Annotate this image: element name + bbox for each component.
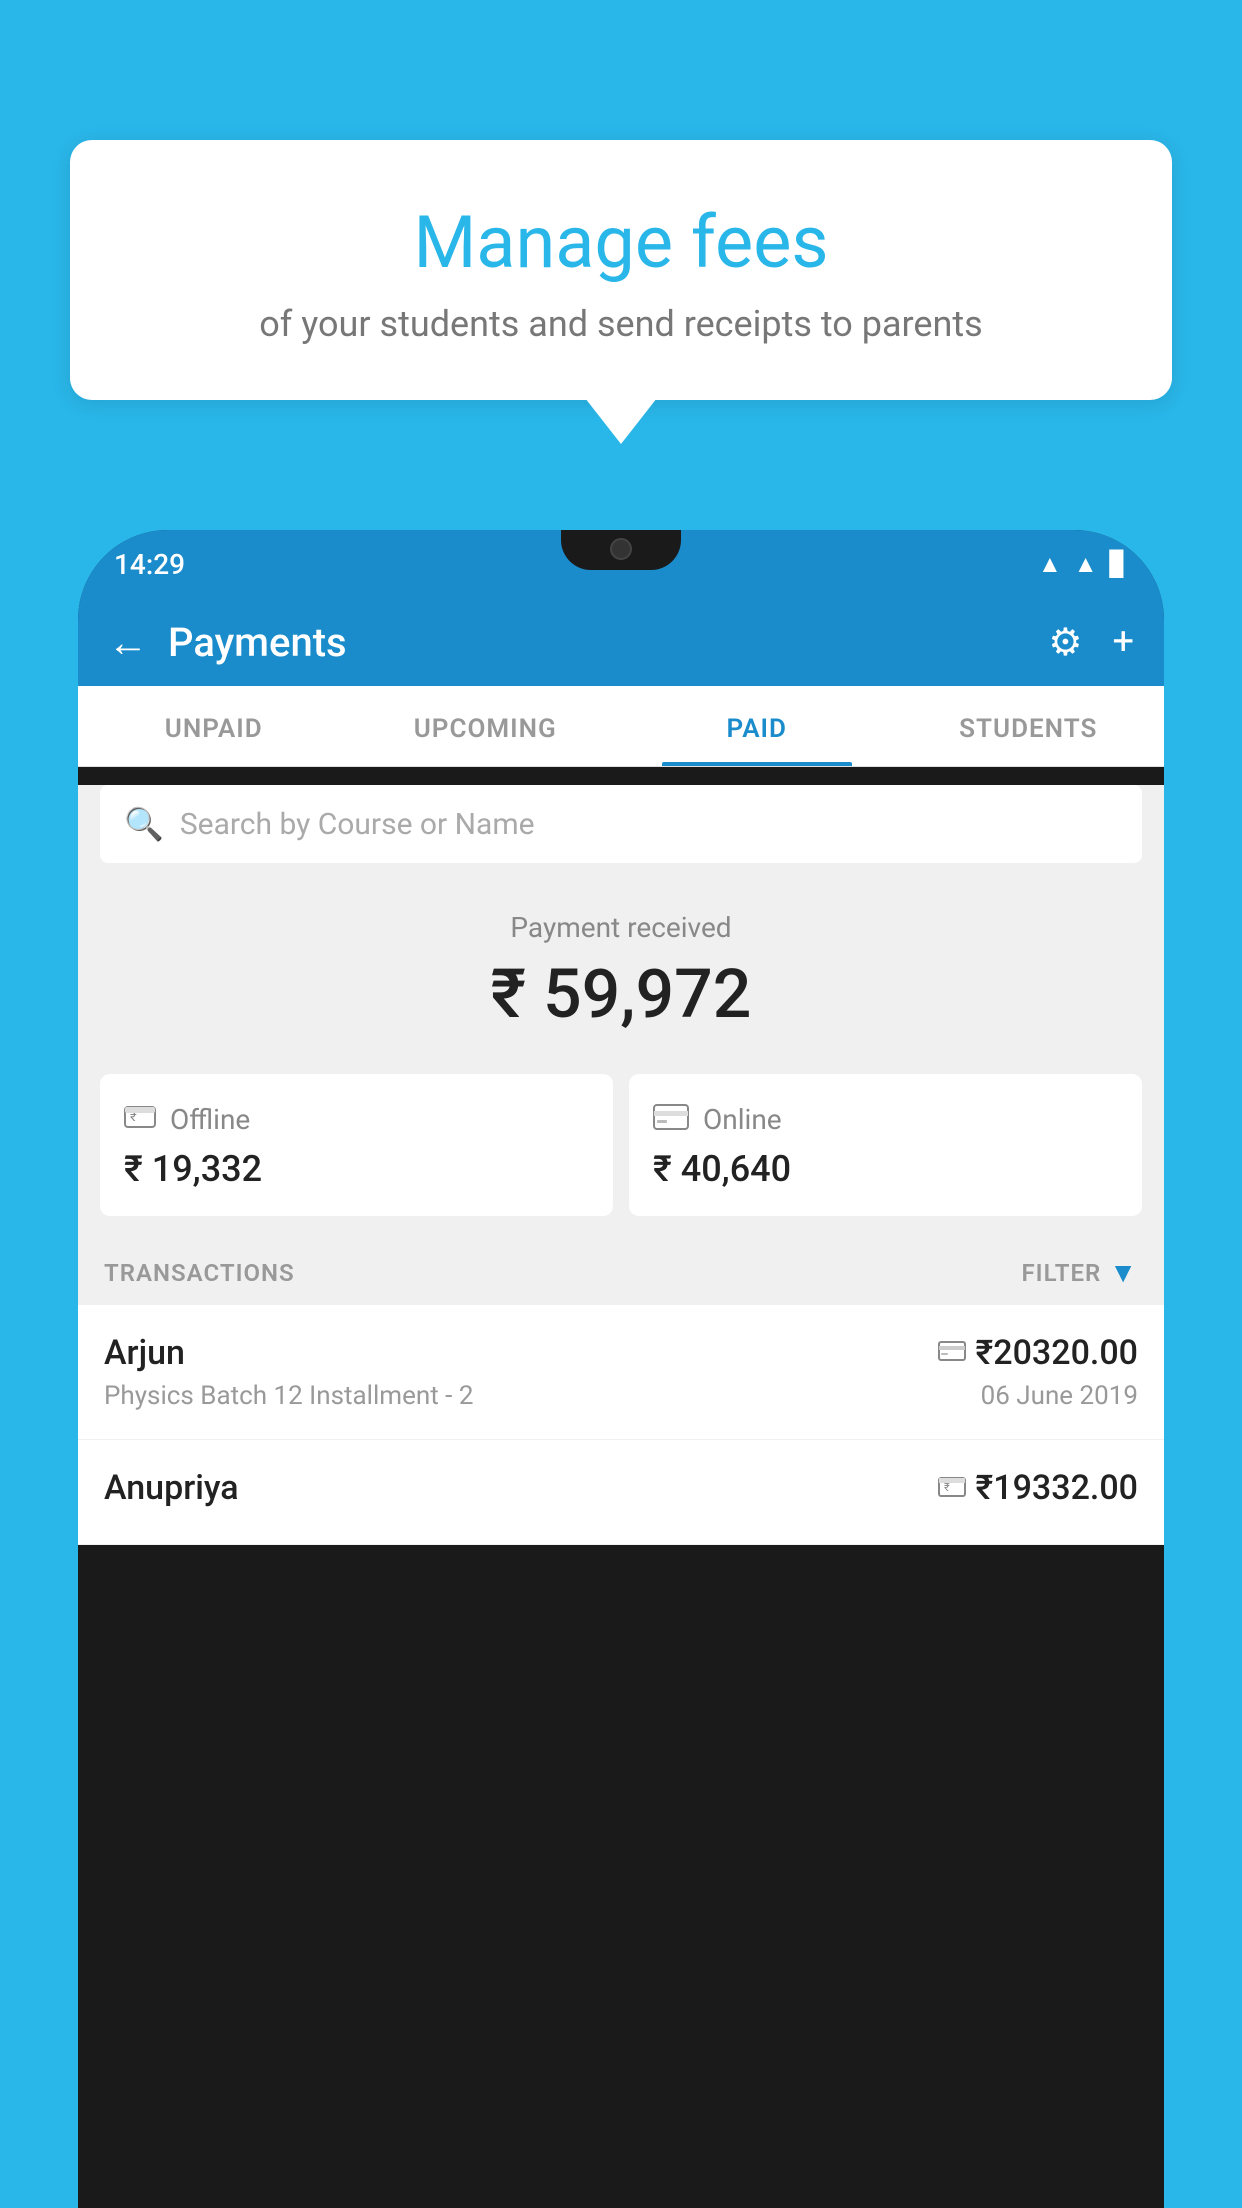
tab-paid[interactable]: PAID bbox=[621, 686, 893, 766]
online-card: Online ₹ 40,640 bbox=[629, 1074, 1142, 1216]
status-icons: ▲ ▲ ▊ bbox=[1038, 550, 1128, 579]
transaction-list: Arjun ₹20320.00 bbox=[78, 1305, 1164, 1545]
settings-icon[interactable]: ⚙ bbox=[1048, 620, 1082, 665]
transaction-name: Anupriya bbox=[104, 1468, 239, 1508]
transaction-amount: ₹20320.00 bbox=[976, 1333, 1138, 1373]
signal-icon: ▲ bbox=[1074, 550, 1098, 579]
status-bar: 14:29 ▲ ▲ ▊ bbox=[78, 530, 1164, 598]
app-header: ← Payments ⚙ + bbox=[78, 598, 1164, 686]
wifi-icon: ▲ bbox=[1038, 550, 1062, 579]
transactions-header: TRANSACTIONS FILTER ▼ bbox=[78, 1236, 1164, 1305]
payment-type-icon bbox=[938, 1338, 966, 1368]
payment-summary: Payment received ₹ 59,972 bbox=[78, 881, 1164, 1054]
online-amount: ₹ 40,640 bbox=[653, 1148, 1118, 1190]
payment-total-amount: ₹ 59,972 bbox=[78, 954, 1164, 1034]
back-button[interactable]: ← bbox=[108, 619, 148, 666]
tooltip-subtitle: of your students and send receipts to pa… bbox=[120, 303, 1122, 345]
online-label: Online bbox=[703, 1103, 782, 1136]
transaction-date: 06 June 2019 bbox=[981, 1381, 1138, 1411]
header-icons: ⚙ + bbox=[1048, 620, 1134, 665]
filter-icon: ▼ bbox=[1109, 1256, 1138, 1289]
transaction-amount: ₹19332.00 bbox=[976, 1468, 1138, 1508]
payment-type-icon: ₹ bbox=[938, 1473, 966, 1504]
transaction-course: Physics Batch 12 Installment - 2 bbox=[104, 1381, 473, 1411]
add-icon[interactable]: + bbox=[1112, 620, 1134, 664]
search-icon: 🔍 bbox=[124, 805, 164, 843]
status-time: 14:29 bbox=[114, 548, 185, 581]
filter-button[interactable]: FILTER ▼ bbox=[1021, 1256, 1138, 1289]
battery-icon: ▊ bbox=[1110, 550, 1128, 578]
tabs-bar: UNPAID UPCOMING PAID STUDENTS bbox=[78, 686, 1164, 767]
phone-screen: 🔍 Search by Course or Name Payment recei… bbox=[78, 785, 1164, 1545]
payment-received-label: Payment received bbox=[78, 911, 1164, 944]
offline-icon: ₹ bbox=[124, 1100, 156, 1138]
credit-card-icon bbox=[653, 1100, 689, 1138]
transaction-item[interactable]: Arjun ₹20320.00 bbox=[78, 1305, 1164, 1440]
search-bar[interactable]: 🔍 Search by Course or Name bbox=[100, 785, 1142, 863]
offline-amount: ₹ 19,332 bbox=[124, 1148, 589, 1190]
offline-label: Offline bbox=[170, 1103, 250, 1136]
transaction-item[interactable]: Anupriya ₹ ₹19332.00 bbox=[78, 1440, 1164, 1545]
transaction-name: Arjun bbox=[104, 1333, 185, 1373]
transaction-amount-wrap: ₹20320.00 bbox=[938, 1333, 1138, 1373]
payment-cards: ₹ Offline ₹ 19,332 bbox=[100, 1074, 1142, 1216]
transactions-label: TRANSACTIONS bbox=[104, 1259, 295, 1287]
page-title: Payments bbox=[168, 619, 1028, 666]
tab-upcoming[interactable]: UPCOMING bbox=[350, 686, 622, 766]
transaction-amount-wrap: ₹ ₹19332.00 bbox=[938, 1468, 1138, 1508]
offline-card: ₹ Offline ₹ 19,332 bbox=[100, 1074, 613, 1216]
phone-mockup: 14:29 ▲ ▲ ▊ ← Payments ⚙ + UNPAID bbox=[78, 530, 1164, 2208]
camera-dot bbox=[610, 538, 632, 560]
notch bbox=[561, 530, 681, 570]
tab-students[interactable]: STUDENTS bbox=[893, 686, 1165, 766]
tooltip-card: Manage fees of your students and send re… bbox=[70, 140, 1172, 400]
filter-label: FILTER bbox=[1021, 1259, 1101, 1287]
search-placeholder: Search by Course or Name bbox=[180, 807, 535, 842]
tooltip-title: Manage fees bbox=[120, 200, 1122, 285]
tab-unpaid[interactable]: UNPAID bbox=[78, 686, 350, 766]
